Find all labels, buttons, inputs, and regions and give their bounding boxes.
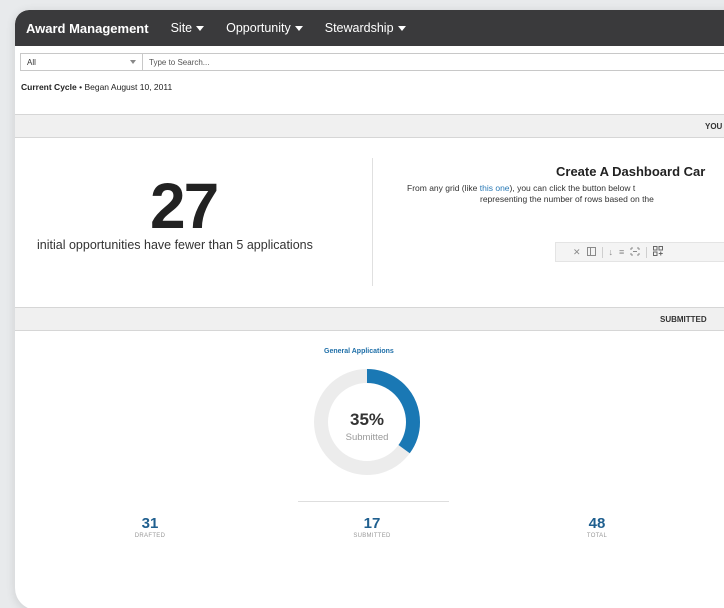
top-navbar: Award Management Site Opportunity Stewar… bbox=[15, 10, 724, 46]
app-window: Award Management Site Opportunity Stewar… bbox=[15, 10, 724, 608]
section-header-label: SUBMITTED bbox=[660, 314, 707, 324]
grid-toolbar: ✕ ↓ ≡ bbox=[555, 242, 724, 262]
toolbar-separator bbox=[646, 246, 648, 258]
dashboard-add-icon[interactable] bbox=[653, 246, 664, 258]
stat-label: SUBMITTED bbox=[353, 533, 391, 539]
caret-down-icon bbox=[196, 26, 205, 31]
nav-item-label: Opportunity bbox=[226, 21, 291, 35]
toolbar-separator bbox=[601, 246, 603, 258]
section-header-label: YOU bbox=[705, 121, 723, 131]
desc-line2: representing the number of rows based on… bbox=[480, 193, 654, 204]
chevron-down-icon bbox=[130, 60, 136, 64]
cycle-began: • Began August 10, 2011 bbox=[76, 82, 173, 92]
current-cycle: Current Cycle • Began August 10, 2011 bbox=[21, 82, 724, 92]
caret-down-icon bbox=[294, 26, 303, 31]
section-header-submitted: SUBMITTED bbox=[15, 307, 724, 331]
stat-value: 31 bbox=[141, 515, 159, 532]
download-icon[interactable]: ↓ bbox=[609, 247, 614, 257]
search-bar: All bbox=[20, 51, 724, 73]
stat-drafted[interactable]: 31 DRAFTED bbox=[115, 515, 185, 539]
section-header-you: YOU bbox=[15, 114, 724, 138]
nav-item-label: Site bbox=[170, 21, 193, 35]
nav-brand[interactable]: Award Management bbox=[26, 21, 149, 36]
metric-caption: initial opportunities have fewer than 5 … bbox=[37, 238, 313, 252]
expand-icon[interactable] bbox=[630, 247, 640, 258]
stat-submitted[interactable]: 17 SUBMITTED bbox=[337, 515, 407, 539]
stat-value: 48 bbox=[588, 515, 606, 532]
divider bbox=[298, 501, 449, 502]
column-icon[interactable] bbox=[586, 246, 596, 258]
dashboard-card-description: From any grid (like this one), you can c… bbox=[407, 183, 654, 204]
search-input[interactable] bbox=[143, 53, 724, 71]
search-scope-value: All bbox=[27, 57, 36, 67]
nav-item-site[interactable]: Site bbox=[171, 21, 205, 35]
stat-label: DRAFTED bbox=[134, 533, 166, 539]
desc-suffix: ), you can click the button below t bbox=[509, 183, 636, 193]
donut-percent: 35% bbox=[349, 410, 385, 429]
divider bbox=[372, 158, 373, 286]
metric-value: 27 bbox=[150, 170, 219, 242]
nav-item-opportunity[interactable]: Opportunity bbox=[226, 21, 303, 35]
applications-title[interactable]: General Applications bbox=[324, 348, 394, 355]
search-scope-select[interactable]: All bbox=[20, 53, 143, 71]
desc-prefix: From any grid (like bbox=[407, 183, 480, 193]
caret-down-icon bbox=[397, 26, 406, 31]
stat-total[interactable]: 48 TOTAL bbox=[562, 515, 632, 539]
this-one-link[interactable]: this one bbox=[480, 183, 510, 193]
stat-label: TOTAL bbox=[586, 533, 608, 539]
cycle-label: Current Cycle bbox=[21, 82, 77, 92]
dashboard-card-title: Create A Dashboard Car bbox=[556, 164, 706, 179]
stat-value: 17 bbox=[363, 515, 381, 532]
donut-label: Submitted bbox=[345, 432, 389, 443]
close-icon[interactable]: ✕ bbox=[573, 247, 581, 258]
nav-item-label: Stewardship bbox=[324, 21, 394, 35]
list-icon[interactable]: ≡ bbox=[619, 247, 624, 257]
nav-item-stewardship[interactable]: Stewardship bbox=[325, 21, 406, 35]
